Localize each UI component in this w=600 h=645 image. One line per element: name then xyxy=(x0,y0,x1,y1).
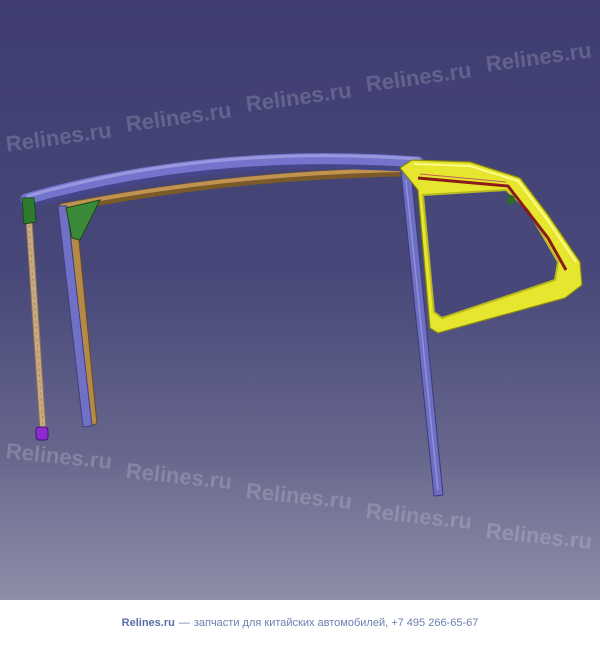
door-frame-part-diagram xyxy=(18,153,583,497)
rear-post xyxy=(25,219,47,432)
footer: Relines.ru — запчасти для китайских авто… xyxy=(0,600,600,645)
footer-site-link[interactable]: Relines.ru xyxy=(122,617,175,629)
footer-separator: — xyxy=(178,616,190,629)
corner-bracket-left xyxy=(21,197,37,225)
cad-viewport: Relines.ru Relines.ru Relines.ru Relines… xyxy=(0,0,600,600)
clip xyxy=(35,426,49,441)
frame-clip xyxy=(507,195,515,205)
footer-tagline: запчасти для китайских автомобилей, +7 4… xyxy=(193,616,479,629)
